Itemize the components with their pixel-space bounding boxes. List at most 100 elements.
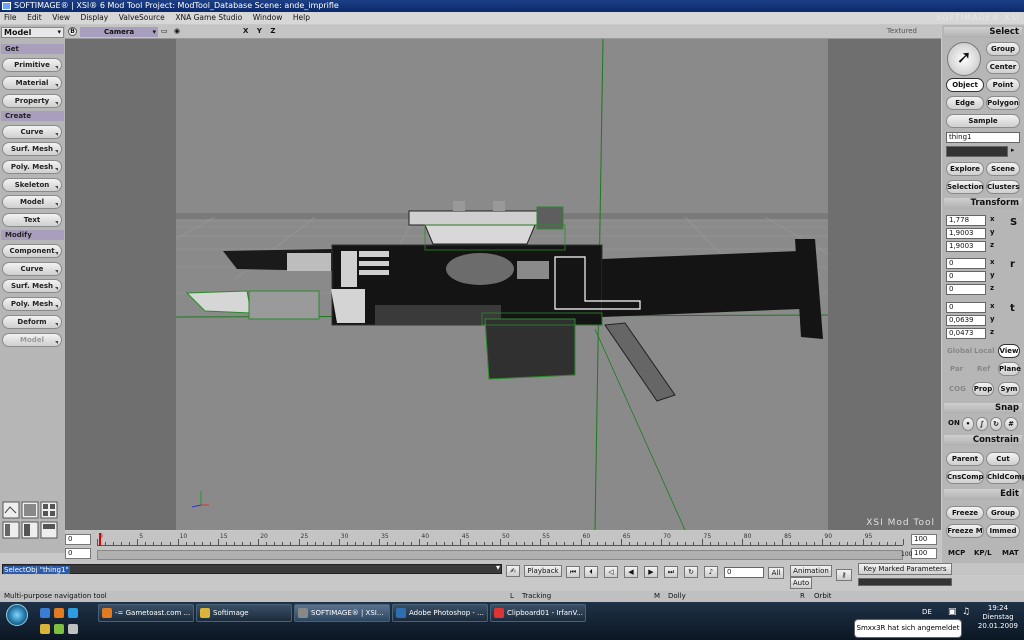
clusters-button[interactable]: Clusters (986, 180, 1020, 194)
toolbar-mode-select[interactable]: Model (1, 27, 64, 38)
selection-button[interactable]: Selection (946, 180, 984, 194)
layout-icons[interactable] (2, 501, 62, 541)
notification-balloon[interactable]: Smxx3R hat sich angemeldet (854, 619, 962, 638)
menu-edit[interactable]: Edit (23, 12, 46, 24)
tab-mat[interactable]: MAT (1002, 549, 1019, 557)
key-slider[interactable] (858, 578, 952, 586)
last-frame-icon[interactable]: ⏭ (664, 566, 678, 578)
property-button[interactable]: Property (2, 94, 62, 108)
chldcomp-button[interactable]: ChldComp (986, 470, 1024, 484)
deform-button[interactable]: Deform (2, 315, 62, 329)
rotation-z-field[interactable]: 0 (946, 284, 986, 295)
camera-select[interactable]: Camera (80, 27, 158, 37)
cut-button[interactable]: Cut (986, 452, 1020, 466)
snap-curve-icon[interactable]: ∫ (976, 417, 988, 431)
app-shortcut-icon[interactable] (68, 624, 78, 634)
navigation-tool-icon[interactable]: ✍ (506, 565, 520, 577)
translation-x-field[interactable]: 0 (946, 302, 986, 313)
ie-icon[interactable] (68, 608, 78, 618)
text-button[interactable]: Text (2, 213, 62, 227)
modify-model-button[interactable]: Model (2, 333, 62, 347)
select-edge-button[interactable]: Edge (946, 96, 984, 110)
select-group-button[interactable]: Group (986, 42, 1020, 56)
rotation-x-field[interactable]: 0 (946, 258, 986, 269)
show-desktop-icon[interactable] (40, 608, 50, 618)
prop-button[interactable]: Prop (972, 382, 994, 396)
folder-icon[interactable] (40, 624, 50, 634)
audio-icon[interactable]: ♪ (704, 566, 718, 578)
scale-z-field[interactable]: 1,9003 (946, 241, 986, 252)
current-frame-field[interactable]: 0 (724, 567, 764, 578)
animation-button[interactable]: Animation (790, 565, 832, 577)
timeline-start-field[interactable]: 0 (65, 534, 91, 545)
timeline-range-start-field[interactable]: 0 (65, 548, 91, 559)
axis-toggle[interactable]: X Y Z (243, 27, 278, 35)
select-polygon-button[interactable]: Polygon (986, 96, 1020, 110)
selection-filter-field[interactable] (946, 146, 1008, 157)
material-button[interactable]: Material (2, 76, 62, 90)
select-point-button[interactable]: Point (986, 78, 1020, 92)
scale-x-field[interactable]: 1,778 (946, 215, 986, 226)
play-icon[interactable]: ▶ (644, 566, 658, 578)
first-frame-icon[interactable]: ⏮ (566, 566, 580, 578)
scale-y-field[interactable]: 1,9003 (946, 228, 986, 239)
modify-surf-mesh-button[interactable]: Surf. Mesh (2, 279, 62, 293)
rotation-y-field[interactable]: 0 (946, 271, 986, 282)
timeline-range-end-field[interactable]: 100 (911, 548, 937, 559)
filter-dropdown-icon[interactable]: ▸ (1011, 146, 1015, 154)
camera-icon[interactable]: ▭ (161, 27, 170, 35)
all-button[interactable]: All (768, 567, 784, 579)
immed-button[interactable]: Immed (986, 524, 1020, 538)
taskbar-item-gametoast[interactable]: -= Gametoast.com ... (98, 604, 194, 622)
snap-grid-icon[interactable]: # (1004, 417, 1018, 431)
auto-key-button[interactable]: Auto (790, 577, 812, 589)
command-line[interactable]: SelectObj "thing1" (2, 563, 502, 574)
viewport-icons[interactable]: ▭ ◉ (161, 27, 182, 35)
taskbar-item-photoshop[interactable]: Adobe Photoshop - ... (392, 604, 488, 622)
firefox-icon[interactable] (54, 608, 64, 618)
viewport-b-button[interactable]: B (68, 27, 77, 36)
cnscomp-button[interactable]: CnsComp (946, 470, 984, 484)
local-button[interactable]: Local (974, 347, 995, 355)
taskbar-item-xsi[interactable]: SOFTIMAGE® | XSI... (294, 604, 390, 622)
timeline-playhead[interactable] (99, 533, 101, 546)
create-poly-mesh-button[interactable]: Poly. Mesh (2, 160, 62, 174)
key-marked-parameters-button[interactable]: Key Marked Parameters (858, 563, 952, 575)
key-icon[interactable]: ⚷ (836, 569, 852, 581)
selection-name-field[interactable]: thing1 (946, 132, 1020, 143)
select-sample-button[interactable]: Sample (946, 114, 1020, 128)
view-button[interactable]: View (998, 344, 1020, 358)
language-indicator[interactable]: DE (922, 608, 932, 616)
scale-tool-icon[interactable]: S (1010, 217, 1017, 228)
snap-on-toggle[interactable]: ON (948, 419, 960, 427)
snap-rotate-icon[interactable]: ↻ (990, 417, 1002, 431)
menu-display[interactable]: Display (77, 12, 113, 24)
sym-button[interactable]: Sym (998, 382, 1020, 396)
loop-icon[interactable]: ↻ (684, 566, 698, 578)
primitive-button[interactable]: Primitive (2, 58, 62, 72)
translation-y-field[interactable]: 0,0639 (946, 315, 986, 326)
freeze-m-button[interactable]: Freeze M (946, 524, 984, 538)
plane-button[interactable]: Plane (998, 362, 1021, 376)
select-center-button[interactable]: Center (986, 60, 1020, 74)
3d-viewport[interactable]: XSI Mod Tool (65, 39, 941, 530)
system-clock[interactable]: 19:24 Dienstag 20.01.2009 (978, 604, 1018, 631)
menu-view[interactable]: View (48, 12, 74, 24)
tab-mcp[interactable]: MCP (948, 549, 965, 557)
menu-help[interactable]: Help (289, 12, 314, 24)
skeleton-button[interactable]: Skeleton (2, 178, 62, 192)
snap-point-icon[interactable]: • (962, 417, 974, 431)
create-surf-mesh-button[interactable]: Surf. Mesh (2, 142, 62, 156)
parent-button[interactable]: Parent (946, 452, 984, 466)
translate-tool-icon[interactable]: t (1010, 303, 1015, 314)
edit-group-button[interactable]: Group (986, 506, 1020, 520)
timeline-range-bar[interactable] (97, 550, 903, 560)
translation-z-field[interactable]: 0,0473 (946, 328, 986, 339)
freeze-button[interactable]: Freeze (946, 506, 984, 520)
shading-mode-select[interactable]: Textured (887, 27, 917, 35)
step-back-icon[interactable]: ◁ (604, 566, 618, 578)
rotate-tool-icon[interactable]: r (1010, 259, 1015, 270)
ref-button[interactable]: Ref (977, 365, 990, 373)
par-button[interactable]: Par (950, 365, 963, 373)
playback-button[interactable]: Playback (524, 565, 562, 577)
